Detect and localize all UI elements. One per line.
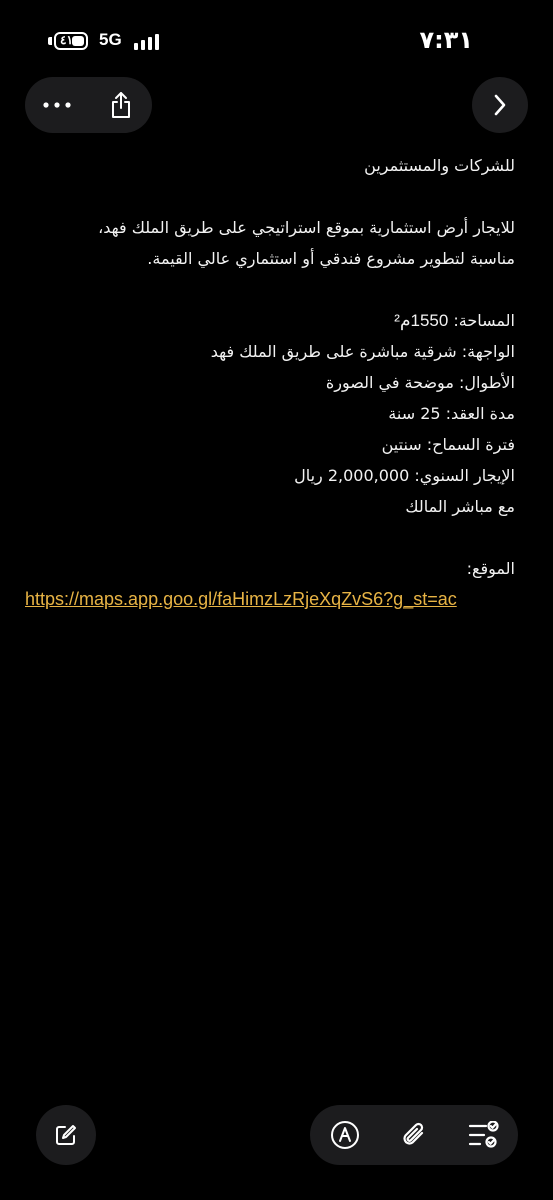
owner-line: مع مباشر المالك (405, 497, 515, 516)
markup-button[interactable] (310, 1105, 379, 1165)
compose-icon (56, 1125, 76, 1145)
clock: ٧:٣١ (419, 26, 473, 54)
checklist-button[interactable] (449, 1105, 518, 1165)
checklist-icon (468, 1121, 499, 1148)
battery-percentage: ٤١ (60, 33, 73, 47)
intro-line-1: للايجار أرض استثمارية بموقع استراتيجي عل… (98, 218, 515, 237)
top-toolbar (25, 77, 152, 133)
dimensions-line: الأطوال: موضحة في الصورة (325, 373, 515, 392)
chevron-right-icon (494, 94, 506, 116)
area-label: المساحة: (448, 311, 515, 330)
contract-label: مدة العقد: (440, 404, 515, 423)
paperclip-icon (402, 1122, 423, 1145)
ellipsis-icon (42, 102, 71, 108)
grace-line: فترة السماح: سنتين (381, 435, 515, 454)
contract-line: مدة العقد: 25 سنة (25, 398, 515, 429)
rent-line: الإيجار السنوي: 2,000,000 ريال (25, 460, 515, 491)
compose-button[interactable] (36, 1105, 96, 1165)
area-value: 1550م² (394, 311, 449, 330)
battery-icon: ٤١ (54, 32, 88, 50)
forward-button[interactable] (472, 77, 528, 133)
location-link[interactable]: https://maps.app.goo.gl/faHimzLzRjeXqZvS… (25, 584, 515, 615)
markup-pen-icon (330, 1121, 359, 1149)
battery-fill (71, 36, 84, 46)
battery-cap (48, 37, 52, 45)
message-heading: للشركات والمستثمرين (364, 156, 515, 175)
share-icon (111, 92, 130, 118)
facade-line: الواجهة: شرقية مباشرة على طريق الملك فهد (210, 342, 515, 361)
bottom-toolbar (310, 1105, 518, 1165)
rent-value: 2,000,000 ريال (294, 466, 410, 485)
network-type: 5G (99, 30, 122, 49)
rent-label: الإيجار السنوي: (409, 466, 515, 485)
message-body: للشركات والمستثمرين للايجار أرض استثماري… (25, 150, 515, 615)
attach-button[interactable] (379, 1105, 448, 1165)
signal-icon (134, 34, 164, 50)
status-bar: ٤١ 5G ٧:٣١ (0, 0, 553, 80)
area-line: المساحة: 1550م² (25, 305, 515, 336)
share-button[interactable] (89, 77, 152, 133)
contract-value: 25 سنة (388, 404, 441, 423)
intro-line-2: مناسبة لتطوير مشروع فندقي أو استثماري عا… (147, 249, 515, 268)
more-button[interactable] (25, 77, 88, 133)
location-label: الموقع: (466, 559, 515, 578)
